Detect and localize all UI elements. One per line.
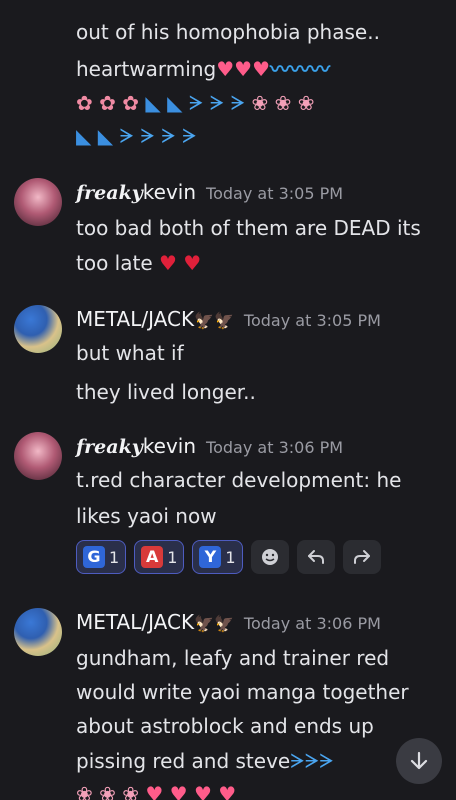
timestamp: Today at 3:05 PM <box>243 311 381 330</box>
message-text-segment: pissing red and steve <box>76 749 291 773</box>
jump-to-bottom-button[interactable] <box>396 738 442 784</box>
lotus-emoji: ❀ <box>251 91 269 115</box>
username-prefix[interactable]: freaky <box>76 182 143 204</box>
message-text: pissing red and steveᗒᗒᗒ <box>76 747 334 775</box>
username[interactable]: METAL/JACK <box>76 610 194 634</box>
username[interactable]: kevin <box>143 434 196 458</box>
message-text: would write yaoi manga together <box>76 680 409 704</box>
forward-icon <box>353 550 370 564</box>
message-text: about astroblock and ends up <box>76 714 374 738</box>
username[interactable]: kevin <box>143 180 196 204</box>
timestamp: Today at 3:06 PM <box>243 614 381 633</box>
butterfly-emoji: ᗒ <box>290 749 305 773</box>
butterfly-emoji: ᗒ <box>161 124 176 148</box>
emoji-line: ✿ ✿ ✿ ◣ ◣ ᗒ ᗒ ᗒ ❀ ❀ ❀ <box>76 89 315 117</box>
wave-emoji: 〰 <box>290 57 311 81</box>
message-text: heartwarming♥♥♥〰〰〰 <box>76 55 330 83</box>
reaction-bar: G 1 A 1 Y 1 <box>76 540 381 574</box>
timestamp: Today at 3:05 PM <box>206 184 344 203</box>
tulip-emoji: ✿ <box>99 91 116 115</box>
reaction-y[interactable]: Y 1 <box>192 540 243 574</box>
butterfly-emoji: ᗒ <box>182 124 197 148</box>
butterfly-emoji: ᗒ <box>140 124 155 148</box>
emoji-line: ◣ ◣ ᗒ ᗒ ᗒ ᗒ <box>76 122 197 150</box>
heart-emoji: ♥ <box>218 782 237 800</box>
message-text: gundham, leafy and trainer red <box>76 646 390 670</box>
lotus-emoji: ❀ <box>274 91 292 115</box>
add-reaction-icon <box>261 549 278 565</box>
message-text: too late ♥ ♥ <box>76 249 201 277</box>
tulip-emoji: ✿ <box>122 91 140 115</box>
message-header: freakykevin Today at 3:06 PM <box>76 434 343 462</box>
username-prefix[interactable]: freaky <box>76 436 143 458</box>
reaction-count: 1 <box>225 547 236 567</box>
dolphin-emoji: ◣ <box>76 124 92 148</box>
username[interactable]: METAL/JACK <box>76 307 194 331</box>
broken-heart-emoji: ♥ <box>183 251 202 275</box>
chat-message-list[interactable]: out of his homophobia phase.. heartwarmi… <box>0 0 456 800</box>
heart-emoji: ♥ <box>145 782 164 800</box>
avatar[interactable] <box>14 432 62 480</box>
dolphin-emoji: ◣ <box>167 91 183 115</box>
eagle-emoji: 🦅 <box>194 614 214 633</box>
arrow-down-icon <box>410 751 428 770</box>
heart-emoji: ♥ <box>169 782 188 800</box>
message-text: but what if <box>76 341 184 365</box>
heart-emoji: ♥ <box>252 57 271 81</box>
letter-y-emoji: Y <box>199 546 222 568</box>
letter-a-emoji: A <box>141 546 164 568</box>
reply-icon <box>307 550 324 564</box>
message-text-segment: heartwarming <box>76 57 217 81</box>
forward-button[interactable] <box>342 540 381 574</box>
butterfly-emoji: ᗒ <box>119 124 135 148</box>
emoji-line: ❀ ❀ ❀ ♥ ♥ ♥ ♥ <box>76 780 236 800</box>
message-text: out of his homophobia phase.. <box>76 20 380 44</box>
message-header: METAL/JACK🦅🦅 Today at 3:06 PM <box>76 610 381 638</box>
butterfly-emoji: ᗒ <box>304 749 320 773</box>
butterfly-emoji: ᗒ <box>188 91 204 115</box>
lotus-emoji: ❀ <box>297 91 315 115</box>
reaction-g[interactable]: G 1 <box>76 540 127 574</box>
reaction-count: 1 <box>109 547 120 567</box>
lotus-emoji: ❀ <box>99 782 116 800</box>
message-header: freakykevin Today at 3:05 PM <box>76 180 343 208</box>
add-reaction-button[interactable] <box>250 540 289 574</box>
butterfly-emoji: ᗒ <box>209 91 225 115</box>
reply-button[interactable] <box>296 540 335 574</box>
message-text: likes yaoi now <box>76 504 217 528</box>
avatar[interactable] <box>14 178 62 226</box>
dolphin-emoji: ◣ <box>145 91 161 115</box>
wave-emoji: 〰 <box>310 57 331 81</box>
message-text-segment: too late <box>76 251 153 275</box>
message-text: they lived longer.. <box>76 380 256 404</box>
broken-heart-emoji: ♥ <box>159 251 177 275</box>
lotus-emoji: ❀ <box>76 782 93 800</box>
eagle-emoji: 🦅 <box>214 614 234 633</box>
avatar[interactable] <box>14 608 62 656</box>
dolphin-emoji: ◣ <box>97 124 114 148</box>
lotus-emoji: ❀ <box>122 782 140 800</box>
heart-emoji: ♥ <box>216 57 235 81</box>
butterfly-emoji: ᗒ <box>319 749 334 773</box>
message-text: too bad both of them are DEAD its <box>76 216 421 240</box>
heart-emoji: ♥ <box>234 57 253 81</box>
eagle-emoji: 🦅 <box>214 311 234 330</box>
message-header: METAL/JACK🦅🦅 Today at 3:05 PM <box>76 307 381 335</box>
tulip-emoji: ✿ <box>76 91 93 115</box>
eagle-emoji: 🦅 <box>194 311 214 330</box>
heart-emoji: ♥ <box>193 782 212 800</box>
butterfly-emoji: ᗒ <box>230 91 246 115</box>
letter-g-emoji: G <box>83 546 105 568</box>
message-text: t.red character development: he <box>76 468 402 492</box>
timestamp: Today at 3:06 PM <box>206 438 344 457</box>
avatar[interactable] <box>14 305 62 353</box>
reaction-count: 1 <box>167 547 178 567</box>
reaction-a[interactable]: A 1 <box>134 540 185 574</box>
wave-emoji: 〰 <box>270 57 291 81</box>
